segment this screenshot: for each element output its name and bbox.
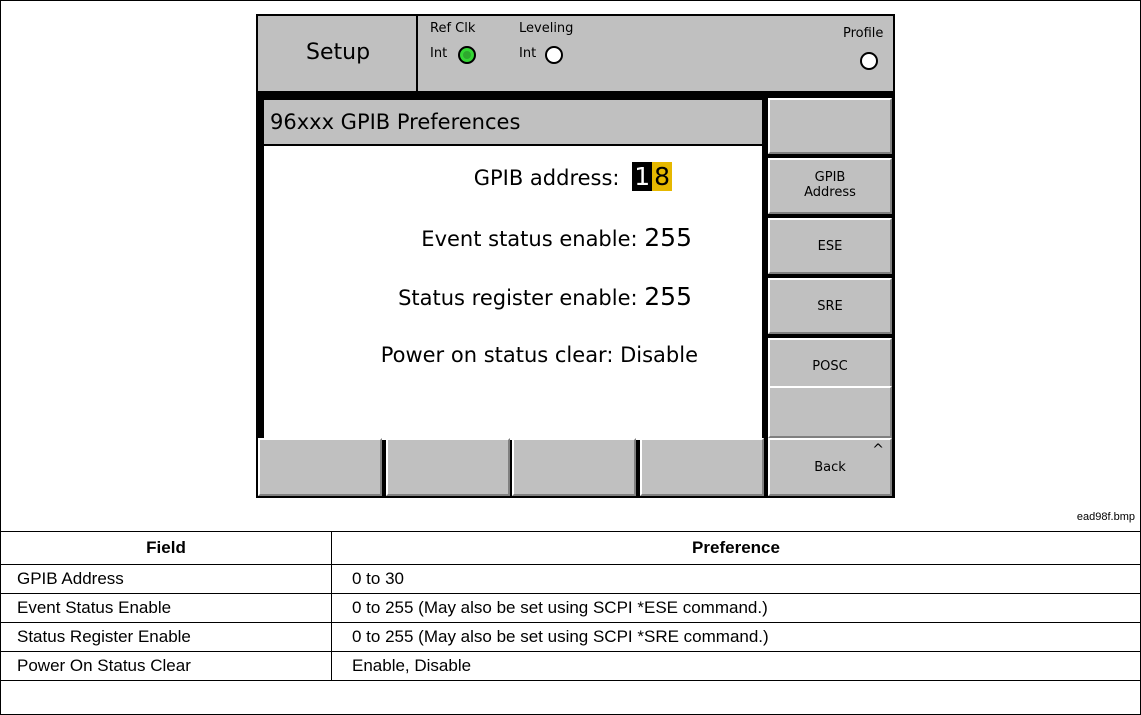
leveling-value: Int (519, 46, 537, 61)
ese-row[interactable]: Event status enable: 255 (421, 223, 692, 252)
leveling-led-icon (545, 46, 563, 64)
leveling-label: Leveling (519, 21, 574, 36)
mode-label: Setup (306, 40, 371, 65)
posc-value[interactable]: Disable (620, 343, 698, 367)
softkey-bottom-4[interactable] (640, 438, 764, 496)
posc-row[interactable]: Power on status clear: Disable (381, 343, 698, 367)
preferences-table: Field Preference GPIB Address 0 to 30 Ev… (0, 531, 1141, 681)
status-bar: Setup Ref Clk Int Leveling Int Profile (258, 16, 893, 91)
table-row: Power On Status Clear Enable, Disable (0, 651, 1141, 681)
softkey-gpib-address-line2: Address (804, 185, 856, 200)
softkey-gpib-address[interactable]: GPIB Address (768, 158, 892, 214)
back-button-label: Back (814, 460, 846, 475)
gpib-address-label: GPIB address: (473, 166, 620, 190)
preferences-panel: 96xxx GPIB Preferences GPIB address: 18 … (262, 98, 764, 442)
table-cell-preference: Enable, Disable (331, 651, 1141, 681)
image-caption: ead98f.bmp (1076, 511, 1135, 523)
profile-label: Profile (843, 26, 884, 41)
gpib-address-digit[interactable]: 8 (652, 162, 672, 191)
status-divider (416, 16, 418, 91)
posc-label: Power on status clear: (380, 343, 614, 367)
softkey-sre-label: SRE (817, 299, 843, 314)
softkey-side-1[interactable] (768, 98, 892, 154)
caret-up-icon: ^ (872, 442, 884, 458)
instrument-screen: Setup Ref Clk Int Leveling Int Profile 9… (256, 14, 895, 498)
back-button[interactable]: Back ^ (768, 438, 892, 496)
table-row: Event Status Enable 0 to 255 (May also b… (0, 593, 1141, 623)
column-header-preference: Preference (331, 531, 1141, 565)
softkey-bottom-1[interactable] (258, 438, 382, 496)
table-cell-preference: 0 to 255 (May also be set using SCPI *ES… (331, 593, 1141, 623)
panel-title-bar: 96xxx GPIB Preferences (264, 100, 762, 146)
table-cell-preference: 0 to 30 (331, 564, 1141, 594)
sre-label: Status register enable: (398, 286, 638, 310)
softkey-posc-label: POSC (812, 359, 848, 374)
table-row: GPIB Address 0 to 30 (0, 564, 1141, 594)
softkey-ese[interactable]: ESE (768, 218, 892, 274)
gpib-address-row[interactable]: GPIB address: 18 (474, 162, 672, 191)
table-cell-preference: 0 to 255 (May also be set using SCPI *SR… (331, 622, 1141, 652)
sre-value[interactable]: 255 (644, 282, 692, 311)
gpib-address-digit-cursor[interactable]: 1 (632, 162, 653, 191)
sre-row[interactable]: Status register enable: 255 (398, 282, 692, 311)
panel-title: 96xxx GPIB Preferences (270, 110, 521, 134)
table-cell-field: Event Status Enable (0, 593, 332, 623)
gpib-address-value[interactable]: 18 (632, 162, 672, 191)
profile-led-icon (860, 52, 878, 70)
table-cell-field: GPIB Address (0, 564, 332, 594)
table-header-row: Field Preference (0, 531, 1141, 565)
column-header-field: Field (0, 531, 332, 565)
softkey-bottom-3[interactable] (512, 438, 636, 496)
softkey-bottom-2[interactable] (386, 438, 510, 496)
ref-clk-label: Ref Clk (430, 21, 476, 36)
softkey-sre[interactable]: SRE (768, 278, 892, 334)
softkey-gpib-address-line1: GPIB (814, 170, 846, 185)
table-cell-field: Power On Status Clear (0, 651, 332, 681)
ref-clk-value: Int (430, 46, 448, 61)
ese-value[interactable]: 255 (644, 223, 692, 252)
softkey-side-6[interactable] (768, 386, 892, 438)
ref-clk-led-icon (458, 46, 476, 64)
table-row: Status Register Enable 0 to 255 (May als… (0, 622, 1141, 652)
table-cell-field: Status Register Enable (0, 622, 332, 652)
ese-label: Event status enable: (421, 227, 638, 251)
softkey-ese-label: ESE (817, 239, 843, 254)
